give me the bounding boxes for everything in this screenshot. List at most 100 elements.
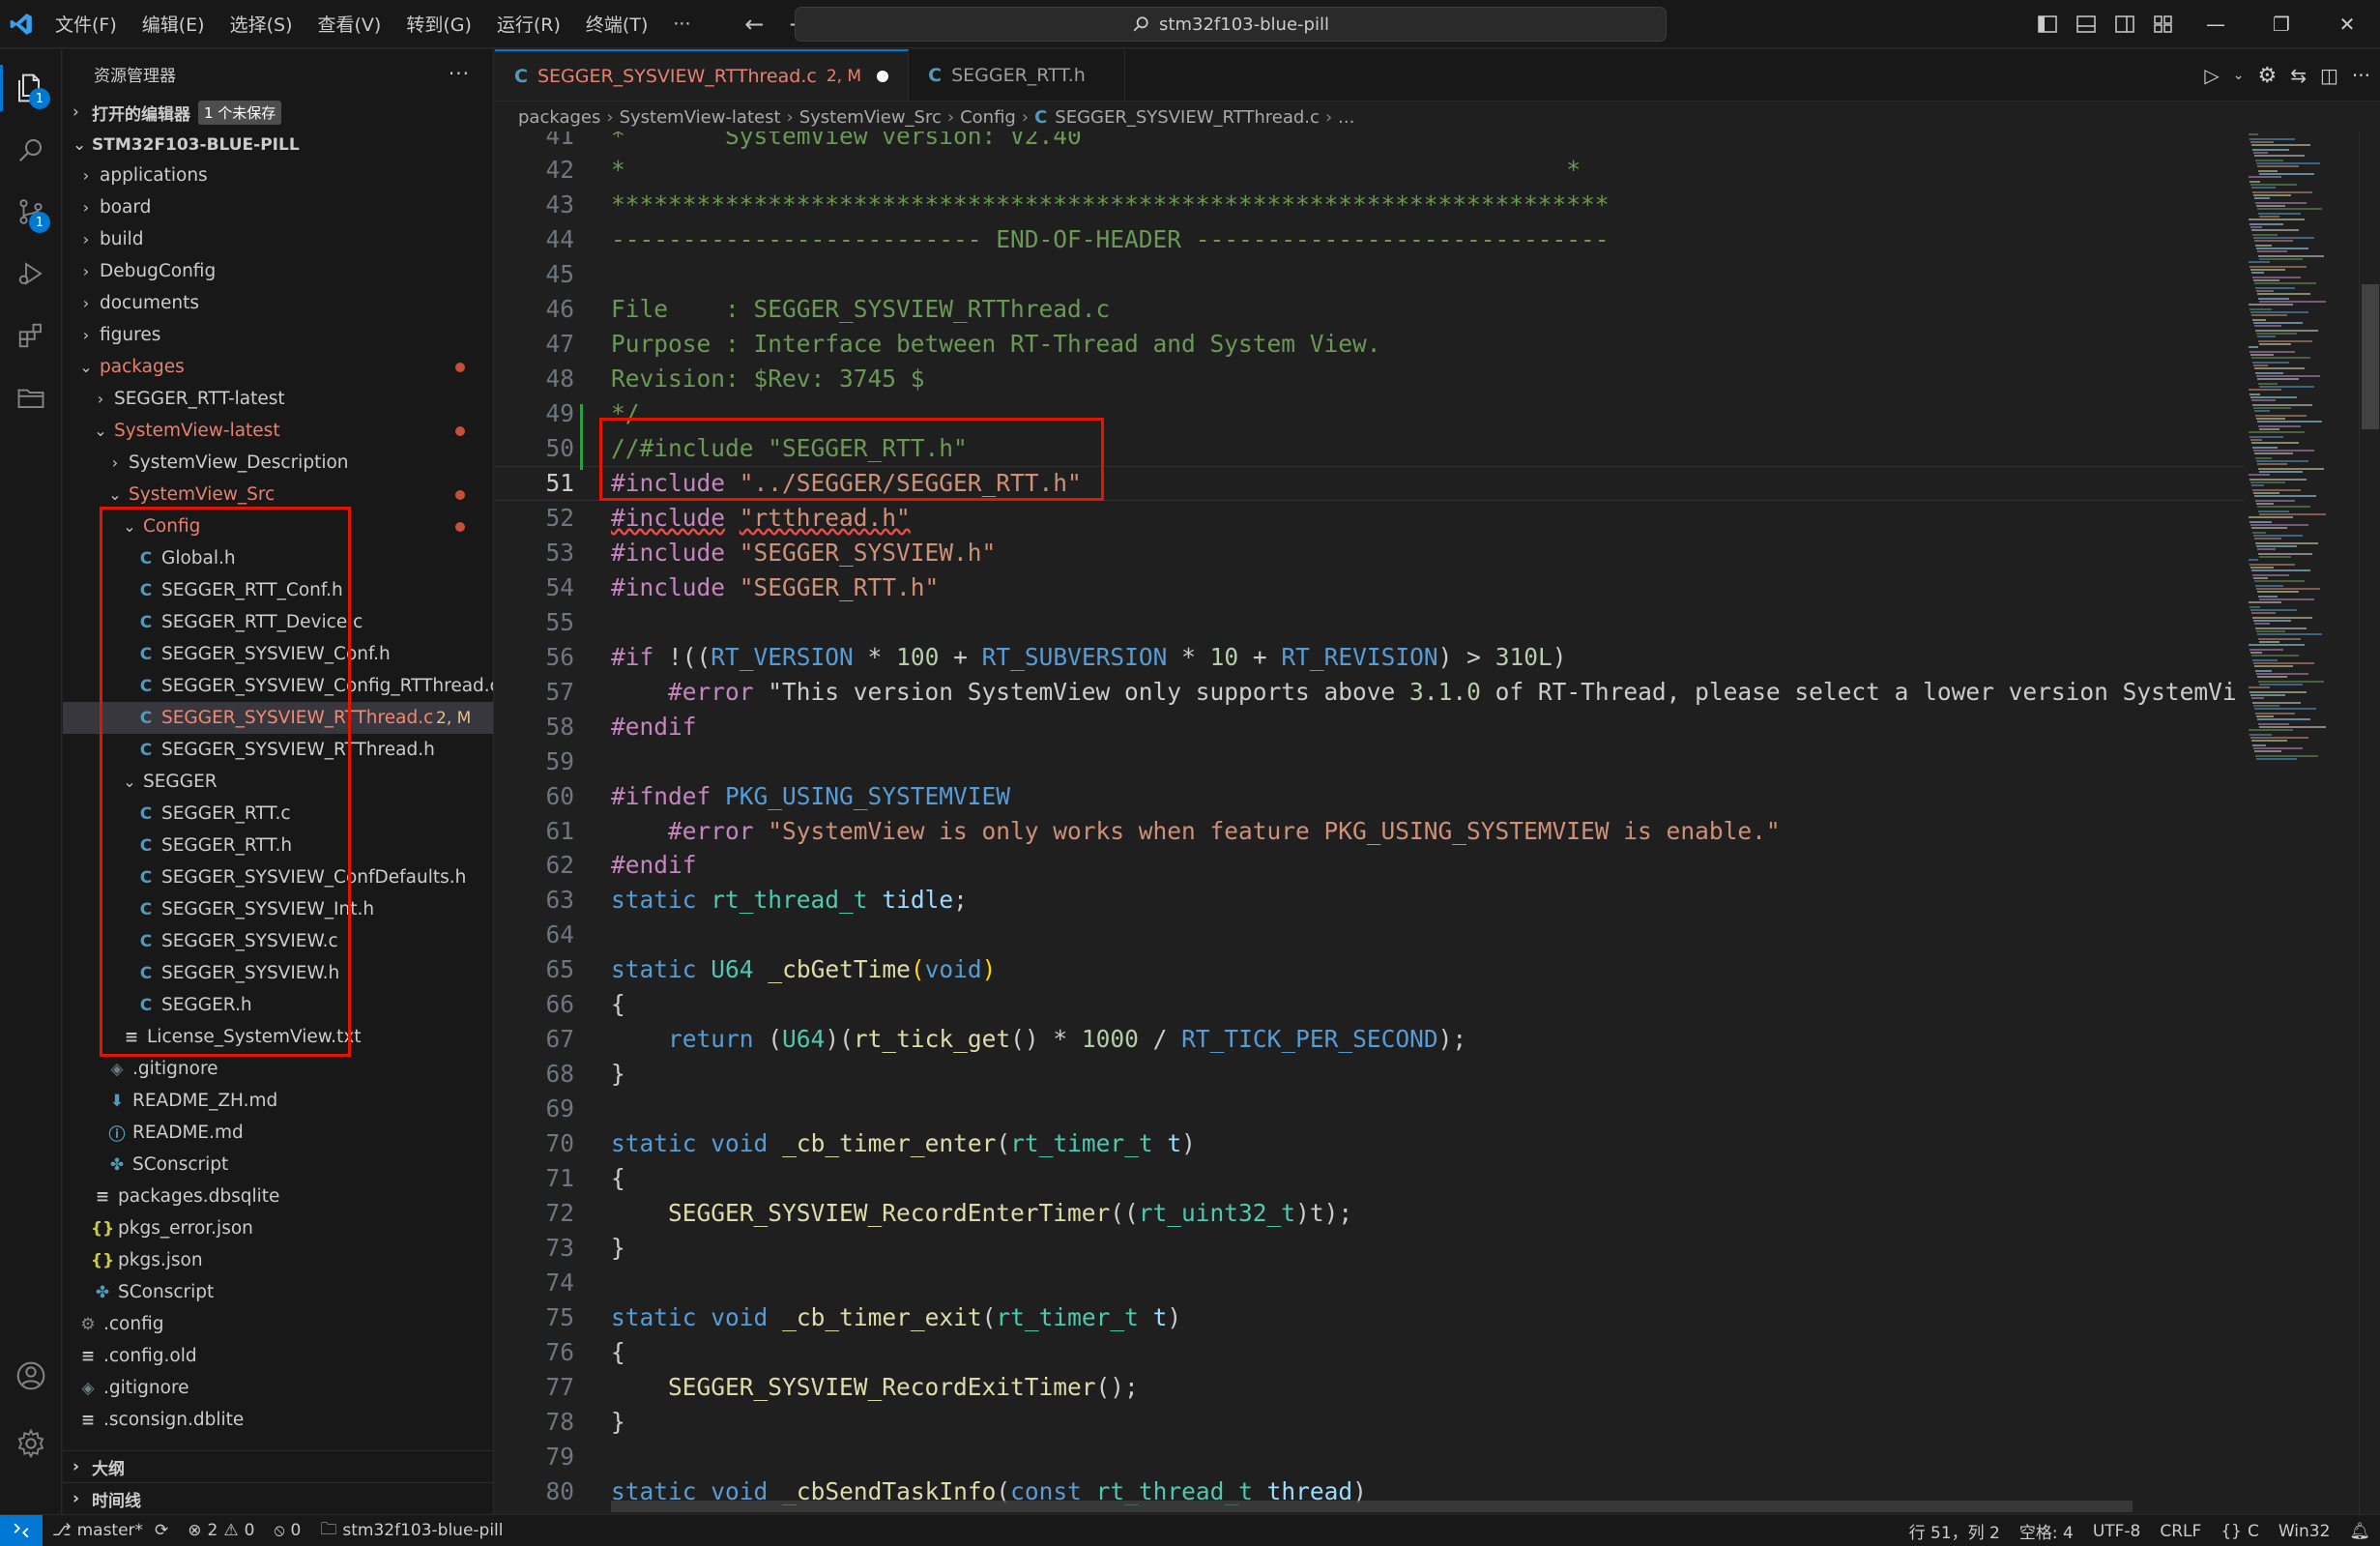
code-line[interactable]: 66 { [495,987,2245,1022]
tree-folder[interactable]: › applications [63,160,493,191]
tree-file[interactable]: ✤ SConscript [63,1149,493,1181]
menu-item[interactable]: 运行(R) [484,0,573,48]
code-line[interactable]: 67 return (U64)(rt_tick_get() * 1000 / R… [495,1022,2245,1057]
tree-folder[interactable]: ⌄ SystemView_Src [63,479,493,510]
code-line[interactable]: 43 **************************************… [495,188,2245,222]
split-editor-icon[interactable]: ◫ [2320,64,2338,87]
code-line[interactable]: 59 [495,744,2245,778]
code-line[interactable]: 60 #ifndef PKG_USING_SYSTEMVIEW [495,778,2245,813]
tree-file[interactable]: ⓘ README.md [63,1117,493,1149]
code-line[interactable]: 53 #include "SEGGER_SYSVIEW.h" [495,535,2245,569]
code-line[interactable]: 51 #include "../SEGGER/SEGGER_RTT.h" [495,465,2245,501]
menu-item[interactable]: ··· [660,0,703,48]
tree-file[interactable]: C SEGGER.h [63,989,493,1021]
indentation[interactable]: 空格: 4 [2010,1519,2083,1543]
back-arrow-icon[interactable]: ← [741,11,767,38]
breadcrumb-item[interactable]: Config [960,107,1016,128]
accounts-icon[interactable] [0,1345,62,1407]
tree-file[interactable]: {} pkgs.json [63,1244,493,1276]
line-ending[interactable]: CRLF [2150,1522,2211,1541]
toggle-panel-icon[interactable] [2067,0,2105,48]
search-icon[interactable] [0,119,62,181]
extensions-icon[interactable] [0,305,62,366]
open-changes-icon[interactable]: ⇆ [2290,64,2307,87]
tree-folder[interactable]: › documents [63,287,493,319]
code-line[interactable]: 52 #include "rtthread.h" [495,500,2245,535]
code-line[interactable]: 56 #if !((RT_VERSION * 100 + RT_SUBVERSIO… [495,639,2245,674]
ports-indicator[interactable]: ⦸ 0 [264,1521,310,1540]
code-line[interactable]: 46 File : SEGGER_SYSVIEW_RTThread.c [495,292,2245,327]
tree-file[interactable]: C SEGGER_SYSVIEW.c [63,925,493,957]
chevron-down-icon[interactable]: ⌄ [2233,68,2245,83]
menu-item[interactable]: 查看(V) [305,0,394,48]
code-line[interactable]: 58 #endif [495,709,2245,744]
tree-folder[interactable]: ⌄ packages [63,351,493,383]
tree-folder[interactable]: › build [63,223,493,255]
code-line[interactable]: 62 #endif [495,848,2245,883]
code-line[interactable]: 72 SEGGER_SYSVIEW_RecordEnterTimer((rt_u… [495,1195,2245,1230]
tree-file[interactable]: ≡ packages.dbsqlite [63,1181,493,1212]
menu-item[interactable]: 文件(F) [43,0,130,48]
explorer-icon[interactable]: 1 [0,57,62,119]
minimize-icon[interactable]: — [2183,0,2249,48]
remote-indicator-icon[interactable] [0,1514,43,1546]
breadcrumb-item[interactable]: packages [518,107,600,128]
more-actions-icon[interactable]: ··· [449,62,470,85]
tree-folder[interactable]: › SystemView_Description [63,447,493,479]
tree-file[interactable]: C SEGGER_RTT_Conf.h [63,574,493,606]
tree-file[interactable]: C SEGGER_SYSVIEW_Conf.h [63,638,493,670]
code-line[interactable]: 75 static void _cb_timer_exit(rt_timer_t … [495,1299,2245,1334]
run-debug-icon[interactable] [0,243,62,305]
more-actions-icon[interactable]: ··· [2352,64,2370,87]
code-line[interactable]: 76 { [495,1334,2245,1369]
menu-item[interactable]: 终端(T) [573,0,660,48]
code-line[interactable]: 48 Revision: $Rev: 3745 $ [495,362,2245,396]
code-line[interactable]: 57 #error "This version SystemView only … [495,674,2245,709]
code-line[interactable]: 50 //#include "SEGGER_RTT.h" [495,431,2245,466]
code-line[interactable]: 68} [495,1057,2245,1092]
open-editors-section[interactable]: › 打开的编辑器 1 个未保存 [63,98,493,127]
platform[interactable]: Win32 [2269,1522,2340,1541]
close-icon[interactable]: ✕ [2314,0,2380,48]
code-line[interactable]: 78} [495,1404,2245,1439]
tree-file[interactable]: ≡ License_SystemView.txt [63,1021,493,1053]
tree-file[interactable]: C SEGGER_SYSVIEW_RTThread.c 2, M [63,702,493,734]
code-line[interactable]: 49 */ [495,396,2245,431]
code-line[interactable]: 42 * * [495,153,2245,188]
code-line[interactable]: 64 [495,918,2245,952]
vertical-scrollbar[interactable] [2359,131,2380,1514]
workspace-folder[interactable]: 🗀 stm32f103-blue-pill [310,1517,512,1545]
tree-file[interactable]: C Global.h [63,542,493,574]
tree-file[interactable]: ✤ SConscript [63,1276,493,1308]
code-line[interactable]: 71 { [495,1161,2245,1196]
breadcrumb-item[interactable]: SystemView_Src [799,107,942,128]
problems-indicator[interactable]: ⊗ 2 ⚠ 0 [178,1521,264,1540]
tree-folder[interactable]: ⌄ SystemView-latest [63,415,493,447]
tree-file[interactable]: C SEGGER_SYSVIEW_Config_RTThread.c [63,670,493,702]
git-branch[interactable]: ⎇ master* ⟳ [43,1521,178,1540]
toggle-secondary-sidebar-icon[interactable] [2105,0,2144,48]
breadcrumb-item[interactable]: ... [1338,107,1354,128]
customize-layout-icon[interactable] [2144,0,2183,48]
language-mode[interactable]: {} C [2211,1522,2269,1541]
menu-item[interactable]: 转到(G) [393,0,484,48]
tree-file[interactable]: C SEGGER_SYSVIEW.h [63,957,493,989]
minimap[interactable] [2245,131,2359,1514]
timeline-section[interactable]: › 时间线 [63,1482,493,1514]
menu-item[interactable]: 编辑(E) [130,0,218,48]
code-line[interactable]: 77 SEGGER_SYSVIEW_RecordExitTimer(); [495,1369,2245,1404]
code-line[interactable]: 45 [495,257,2245,292]
cursor-position[interactable]: 行 51，列 2 [1900,1519,2010,1543]
tree-file[interactable]: ≡ .sconsign.dblite [63,1404,493,1436]
menu-item[interactable]: 选择(S) [218,0,305,48]
tree-file[interactable]: C SEGGER_SYSVIEW_ConfDefaults.h [63,861,493,893]
code-editor[interactable]: 41 * SystemView version: V2.40 42 * * 43 ****… [495,131,2245,1514]
notifications-bell-icon[interactable]: 🔔︎ [2339,1522,2380,1541]
manage-gear-icon[interactable] [0,1413,62,1474]
code-line[interactable]: 70 static void _cb_timer_enter(rt_timer_t… [495,1126,2245,1161]
tree-folder[interactable]: › board [63,191,493,223]
code-line[interactable]: 55 [495,604,2245,639]
tree-file[interactable]: C SEGGER_RTT.c [63,798,493,830]
tree-file[interactable]: {} pkgs_error.json [63,1212,493,1244]
remote-explorer-icon[interactable] [0,366,62,428]
